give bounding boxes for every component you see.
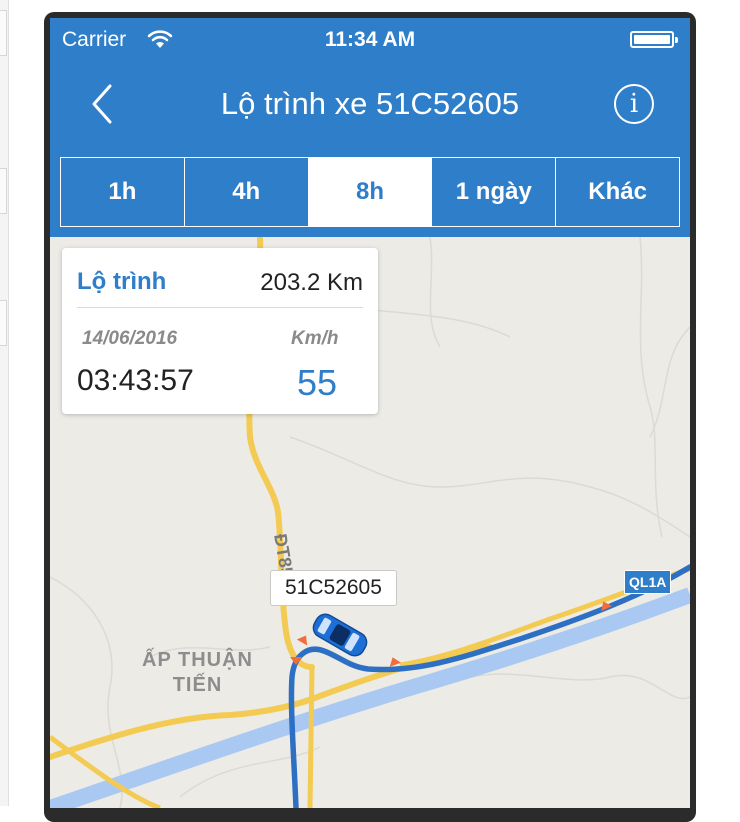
card-divider [77,307,363,308]
route-label: Lộ trình [77,268,167,295]
time-range-segmented-control: 1h 4h 8h 1 ngày Khác [60,157,680,227]
place-label: ẤP THUẬN TIẾN [142,649,253,697]
segment-1-ngay[interactable]: 1 ngày [432,158,557,226]
phone-screen: Carrier 11:34 AM Lộ trình xe 51C52605 i … [50,18,690,808]
speed-value: 55 [297,362,338,403]
road-south [307,666,315,808]
vehicle-plate-label[interactable]: 51C52605 [270,570,397,606]
map-view[interactable]: ĐT854 51C52605 QL1A ẤP THUẬN TIẾN Lộ trì… [50,237,690,808]
speed-unit: Km/h [291,328,339,349]
info-icon: i [629,89,639,119]
road-label-ql1a: QL1A [624,570,672,594]
edge-tab [0,300,7,346]
page-title: Lộ trình xe 51C52605 [220,86,520,121]
edge-tab [0,168,7,214]
edge-tab [0,10,7,56]
header: Carrier 11:34 AM Lộ trình xe 51C52605 i … [50,18,690,237]
route-info-card: Lộ trình 203.2 Km 14/06/2016 03:43:57 Km… [62,248,378,414]
place-label-line1: ẤP THUẬN [142,649,253,671]
route-date: 14/06/2016 [82,328,178,349]
segment-1h[interactable]: 1h [61,158,185,226]
status-time: 11:34 AM [324,28,416,51]
nav-bar: Lộ trình xe 51C52605 i [50,62,690,154]
info-button[interactable]: i [614,84,654,124]
route-distance: 203.2 Km [260,269,363,296]
left-edge-panel [0,0,9,806]
segment-8h[interactable]: 8h [308,158,433,226]
battery-icon [630,31,678,48]
segment-khac[interactable]: Khác [556,158,679,226]
status-bar: Carrier 11:34 AM [50,18,690,62]
route-time: 03:43:57 [77,364,194,397]
segment-4h[interactable]: 4h [185,158,309,226]
place-label-line2: TIẾN [172,674,223,696]
